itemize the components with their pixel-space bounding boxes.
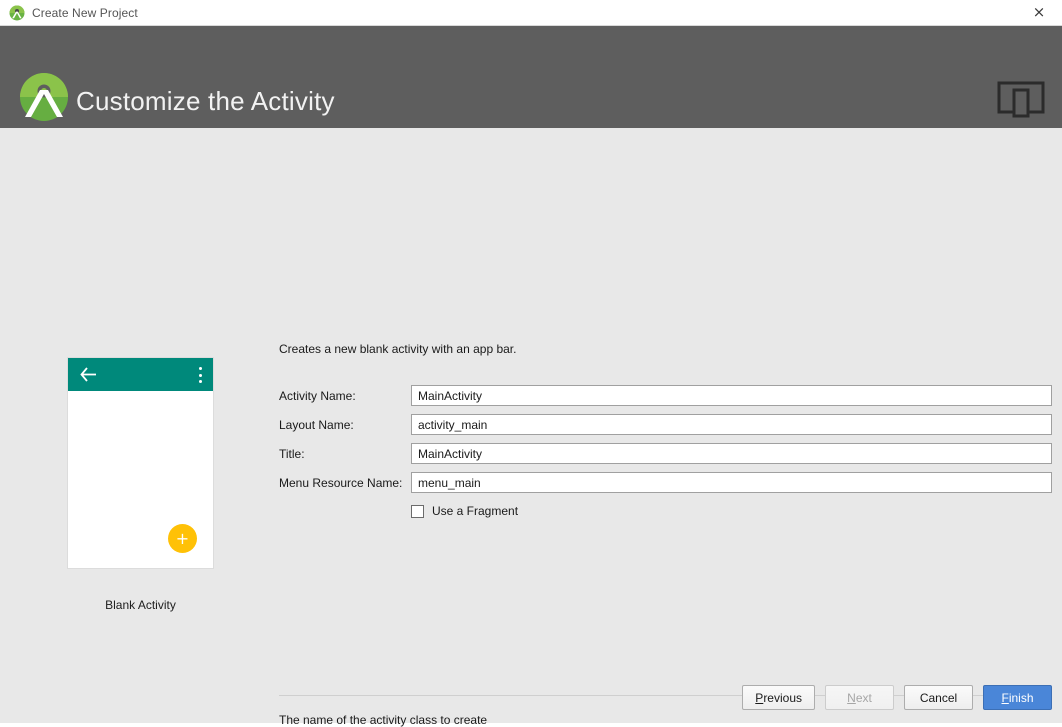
field-row-title: Title: MainActivity [279,443,1052,464]
menu-resource-name-input[interactable]: menu_main [411,472,1052,493]
activity-name-input[interactable]: MainActivity [411,385,1052,406]
activity-preview-label: Blank Activity [68,598,213,612]
android-studio-icon [9,5,25,21]
overflow-menu-icon [198,367,202,383]
use-fragment-row[interactable]: Use a Fragment [279,501,1052,521]
page-title: Customize the Activity [76,86,335,117]
field-row-menu-resource-name: Menu Resource Name: menu_main [279,472,1052,493]
cancel-button[interactable]: Cancel [904,685,973,710]
label-title: Title: [279,447,411,461]
close-icon[interactable]: × [1016,0,1062,25]
dialog-body: + Blank Activity Creates a new blank act… [0,128,1062,723]
label-menu-resource-name: Menu Resource Name: [279,476,411,490]
dialog-header: Customize the Activity [0,26,1062,128]
field-row-activity-name: Activity Name: MainActivity [279,385,1052,406]
back-arrow-icon [80,367,97,382]
android-studio-logo [19,72,69,122]
label-activity-name: Activity Name: [279,389,411,403]
window-title: Create New Project [32,6,138,20]
activity-preview[interactable]: + Blank Activity [68,358,213,612]
previous-button[interactable]: Previous [742,685,815,710]
field-row-layout-name: Layout Name: activity_main [279,414,1052,435]
floating-action-button: + [168,524,197,553]
layout-name-input[interactable]: activity_main [411,414,1052,435]
finish-button[interactable]: Finish [983,685,1052,710]
device-preview-icon [997,80,1045,120]
window-titlebar: Create New Project × [0,0,1062,25]
use-fragment-checkbox[interactable] [411,505,424,518]
dialog-footer: Previous Next Cancel Finish [0,685,1062,723]
activity-preview-card[interactable]: + [68,358,213,568]
template-description: Creates a new blank activity with an app… [279,342,516,356]
activity-form: Activity Name: MainActivity Layout Name:… [279,385,1052,521]
next-button[interactable]: Next [825,685,894,710]
title-input[interactable]: MainActivity [411,443,1052,464]
use-fragment-label: Use a Fragment [432,504,518,518]
preview-app-bar [68,358,213,391]
label-layout-name: Layout Name: [279,418,411,432]
